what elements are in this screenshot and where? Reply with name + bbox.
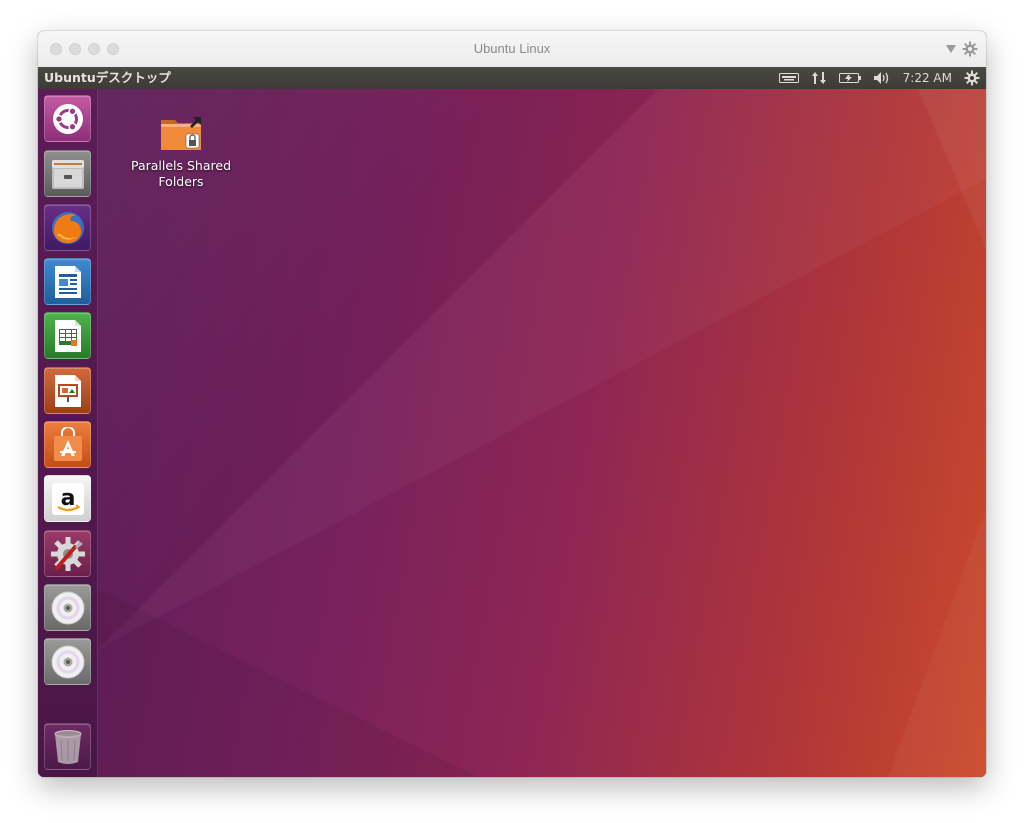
- launcher-ubuntu-dash[interactable]: [44, 95, 91, 142]
- desktop-icon-label-line2: Folders: [158, 174, 204, 189]
- launcher-ubuntu-software[interactable]: [44, 421, 91, 468]
- launcher-dvd-drive-2[interactable]: [44, 638, 91, 685]
- ubuntu-software-icon: [53, 426, 82, 461]
- libreoffice-calc-icon: [54, 319, 81, 352]
- network-icon[interactable]: [811, 71, 827, 85]
- launcher-system-settings[interactable]: [44, 530, 91, 577]
- keyboard-icon[interactable]: [778, 72, 799, 84]
- launcher-dvd-drive-1[interactable]: [44, 584, 91, 631]
- libreoffice-writer-icon: [54, 265, 81, 298]
- launcher-amazon[interactable]: a: [44, 475, 91, 522]
- dvd-drive-icon: [51, 591, 84, 624]
- desktop-icon-label-line1: Parallels Shared: [130, 158, 232, 173]
- gear-icon[interactable]: [962, 41, 978, 57]
- desktop-wallpaper[interactable]: Parallels Shared Folders: [98, 89, 986, 777]
- session-gear-icon[interactable]: [964, 70, 980, 86]
- firefox-icon: [51, 211, 84, 244]
- launcher-trash[interactable]: [44, 723, 91, 770]
- parallels-window: Ubuntu Linux Ubuntuデスクトップ 7:22 AM Parall…: [38, 31, 986, 777]
- dvd-drive-icon: [51, 645, 84, 678]
- svg-text:a: a: [60, 486, 75, 511]
- system-settings-icon: [50, 536, 85, 571]
- wallpaper-facets: [98, 89, 986, 777]
- window-titlebar[interactable]: Ubuntu Linux: [38, 31, 986, 68]
- parallels-shared-folders[interactable]: Parallels Shared Folders: [126, 114, 236, 190]
- window-title: Ubuntu Linux: [473, 41, 551, 56]
- launcher-firefox[interactable]: [44, 204, 91, 251]
- launcher-files[interactable]: [44, 150, 91, 197]
- launcher-libreoffice-impress[interactable]: [44, 367, 91, 414]
- files-icon: [51, 159, 84, 189]
- unity-launcher: a: [38, 89, 98, 777]
- battery-icon[interactable]: [838, 72, 861, 84]
- desktop-icon-label: Parallels Shared Folders: [126, 158, 236, 190]
- launcher-libreoffice-calc[interactable]: [44, 312, 91, 359]
- libreoffice-impress-icon: [54, 374, 81, 407]
- dropdown-arrow-icon[interactable]: [946, 45, 956, 53]
- panel-app-title: Ubuntuデスクトップ: [44, 70, 171, 85]
- amazon-icon: a: [51, 482, 84, 515]
- volume-icon[interactable]: [873, 71, 891, 85]
- panel-clock[interactable]: 7:22 AM: [903, 71, 952, 85]
- ubuntu-top-panel: Ubuntuデスクトップ 7:22 AM: [38, 67, 986, 89]
- trash-icon: [54, 729, 81, 764]
- ubuntu-dash-icon: [52, 103, 83, 134]
- shared-folder-icon: [161, 117, 201, 150]
- launcher-libreoffice-writer[interactable]: [44, 258, 91, 305]
